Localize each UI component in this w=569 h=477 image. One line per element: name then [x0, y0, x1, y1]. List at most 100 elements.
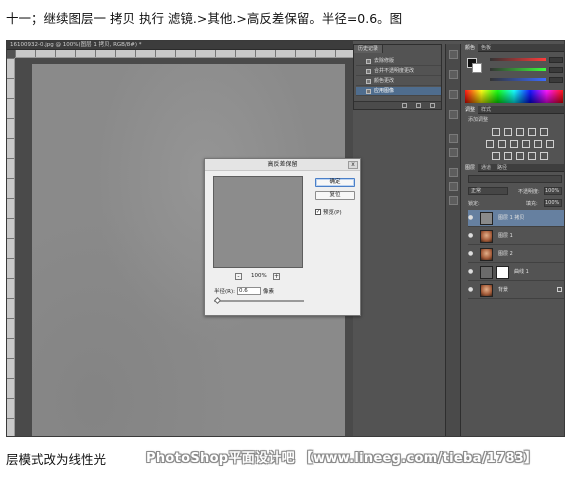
blend-mode-select[interactable]: 正常	[468, 187, 508, 195]
radius-unit: 像素	[262, 289, 274, 295]
layer-row[interactable]: ● 曲线 1	[468, 264, 564, 281]
type-tool-icon[interactable]	[449, 134, 458, 143]
visibility-eye-icon[interactable]: ●	[468, 250, 476, 258]
layer-row[interactable]: ● 图层 2	[468, 246, 564, 263]
blue-slider[interactable]	[490, 78, 546, 81]
black-white-icon[interactable]	[510, 140, 518, 148]
layers-panel-tabs: 图层 通道 路径	[462, 164, 564, 172]
history-item[interactable]: 颜色更改	[356, 77, 441, 86]
fill-label: 填充:	[526, 201, 538, 207]
posterize-icon[interactable]	[504, 152, 512, 160]
preview-checkbox[interactable]: ✓ 预览(P)	[315, 208, 342, 216]
threshold-icon[interactable]	[516, 152, 524, 160]
color-lookup-icon[interactable]	[546, 140, 554, 148]
radius-label: 半径(R):	[214, 289, 235, 295]
green-slider[interactable]	[490, 68, 546, 71]
channels-panel-icon[interactable]	[449, 182, 458, 191]
hue-saturation-icon[interactable]	[486, 140, 494, 148]
green-value-field[interactable]	[549, 67, 563, 73]
curves-adjustment-icon	[480, 266, 493, 279]
layer-row[interactable]: ● 图层 1	[468, 228, 564, 245]
paths-panel-icon[interactable]	[449, 196, 458, 205]
blue-value-field[interactable]	[549, 77, 563, 83]
tab-layers[interactable]: 图层	[462, 164, 479, 172]
ok-button[interactable]: 确定	[315, 178, 355, 187]
visibility-eye-icon[interactable]: ●	[468, 268, 476, 276]
history-brush-tool-icon[interactable]	[449, 90, 458, 99]
zoom-out-button[interactable]: -	[235, 273, 242, 280]
radius-slider-thumb[interactable]	[213, 296, 222, 305]
adjustments-hint: 添加调整	[468, 117, 489, 123]
preview-checkbox-label: 预览(P)	[323, 210, 342, 216]
red-value-field[interactable]	[549, 57, 563, 63]
history-item-label: 应用图像	[374, 88, 395, 94]
tab-swatches[interactable]: 色板	[478, 44, 494, 52]
invert-icon[interactable]	[492, 152, 500, 160]
photo-filter-icon[interactable]	[522, 140, 530, 148]
move-tool-icon[interactable]	[449, 50, 458, 59]
radius-input[interactable]: 0.6	[236, 287, 261, 295]
adjustments-panel-tabs: 调整 样式	[462, 106, 564, 114]
history-item[interactable]: 去除修版	[356, 57, 441, 66]
history-item-label: 合并不透明度更改	[374, 68, 415, 74]
preview-checkbox-box[interactable]: ✓	[315, 209, 321, 215]
lock-icon	[557, 287, 562, 292]
visibility-eye-icon[interactable]: ●	[468, 232, 476, 240]
history-item[interactable]: 合并不透明度更改	[356, 67, 441, 76]
radius-slider-track[interactable]	[214, 300, 304, 302]
fill-field[interactable]: 100%	[544, 199, 562, 207]
trash-icon[interactable]	[430, 103, 435, 108]
layer-row-selected[interactable]: ● 图层 1 拷贝	[468, 210, 564, 227]
tab-adjustments[interactable]: 调整	[462, 106, 479, 114]
reset-button[interactable]: 复位	[315, 191, 355, 200]
caption-bottom: 层模式改为线性光	[6, 452, 107, 467]
background-color-swatch[interactable]	[472, 63, 482, 73]
opacity-label: 不透明度:	[518, 189, 540, 195]
exposure-icon[interactable]	[528, 128, 536, 136]
layer-name: 背景	[498, 287, 509, 293]
paragraph-tool-icon[interactable]	[449, 148, 458, 157]
tab-color[interactable]: 颜色	[462, 44, 479, 52]
zoom-in-button[interactable]: +	[273, 273, 280, 280]
history-item-active[interactable]: 应用图像	[356, 87, 441, 96]
history-step-icon	[366, 79, 371, 84]
visibility-eye-icon[interactable]: ●	[468, 214, 476, 222]
opacity-field[interactable]: 100%	[544, 187, 562, 195]
layer-thumbnail	[480, 284, 493, 297]
color-spectrum-bar[interactable]	[465, 90, 563, 103]
curves-icon[interactable]	[516, 128, 524, 136]
tab-styles[interactable]: 样式	[478, 106, 494, 114]
tab-channels[interactable]: 通道	[478, 164, 494, 172]
tab-paths[interactable]: 路径	[494, 164, 510, 172]
layer-filter-bar[interactable]	[468, 175, 562, 183]
layer-row[interactable]: ● 背景	[468, 282, 564, 299]
dialog-close-button[interactable]: x	[348, 161, 358, 169]
brush-tool-icon[interactable]	[449, 70, 458, 79]
document-tab[interactable]: 16100932-0.jpg @ 100%(图层 1 拷贝, RGB/8#) *	[7, 41, 353, 50]
vibrance-icon[interactable]	[540, 128, 548, 136]
selective-color-icon[interactable]	[540, 152, 548, 160]
layer-name: 图层 2	[498, 251, 513, 257]
layer-name: 图层 1	[498, 233, 513, 239]
snapshot-icon[interactable]	[416, 103, 421, 108]
history-step-icon	[366, 59, 371, 64]
zoom-level: 100%	[251, 273, 267, 279]
caption-top: 十一；继续图层一 拷贝 执行 滤镜.>其他.>高反差保留。半径=0.6。图	[6, 11, 403, 26]
layer-thumbnail	[480, 212, 493, 225]
layer-thumbnail	[480, 230, 493, 243]
layers-panel-icon[interactable]	[449, 168, 458, 177]
brightness-contrast-icon[interactable]	[492, 128, 500, 136]
history-tab[interactable]: 历史记录	[354, 45, 384, 53]
gradient-map-icon[interactable]	[528, 152, 536, 160]
adjustments-tool-icon[interactable]	[449, 110, 458, 119]
color-balance-icon[interactable]	[498, 140, 506, 148]
dialog-preview-window[interactable]	[213, 176, 303, 268]
watermark: PhotoShop平面设计吧 【www.lineeg.com/tieba/178…	[146, 451, 538, 466]
levels-icon[interactable]	[504, 128, 512, 136]
channel-mixer-icon[interactable]	[534, 140, 542, 148]
new-document-icon[interactable]	[402, 103, 407, 108]
red-slider[interactable]	[490, 58, 546, 61]
right-dock: 颜色 色板 调整 样式 添加调整 图层 通道 路径 正常 不透明度: 100% …	[462, 44, 564, 436]
history-panel: 历史记录 去除修版 合并不透明度更改 颜色更改 应用图像	[353, 44, 442, 110]
visibility-eye-icon[interactable]: ●	[468, 286, 476, 294]
